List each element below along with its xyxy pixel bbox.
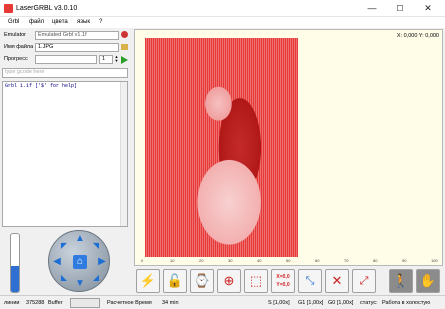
jog-up-icon[interactable]: ▲ bbox=[75, 234, 85, 244]
window-title: LaserGRBL v3.0.10 bbox=[16, 5, 78, 12]
ruler-tick: 50 bbox=[286, 258, 291, 263]
menu-help[interactable]: ? bbox=[96, 18, 105, 27]
jog-down-right-icon[interactable]: ◢ bbox=[91, 273, 101, 283]
jog-left-icon[interactable]: ◀ bbox=[52, 257, 62, 267]
emulator-field[interactable]: Emulated Grbl v1.1f bbox=[35, 31, 119, 40]
set-zero-y: Y=0,0 bbox=[276, 282, 290, 288]
ruler-tick: 20 bbox=[199, 258, 204, 263]
g1-override[interactable]: G1 [1,00x] bbox=[298, 299, 323, 307]
jog-down-left-icon[interactable]: ◣ bbox=[59, 273, 69, 283]
unlock-icon[interactable]: 🔓 bbox=[163, 269, 187, 293]
status-label: статус: bbox=[360, 300, 378, 306]
console-output: Grbl 1.1f ['$' for help] bbox=[2, 81, 128, 227]
maximize-button[interactable]: ☐ bbox=[386, 0, 414, 17]
ruler-tick: 80 bbox=[373, 258, 378, 263]
preview-canvas[interactable]: X: 0,000 Y: 0,000 0 10 20 30 40 50 60 70 80 90 100 bbox=[134, 29, 443, 266]
minimize-button[interactable]: — bbox=[358, 0, 386, 17]
coordinates-readout: X: 0,000 Y: 0,000 bbox=[396, 33, 439, 39]
target-icon[interactable]: ⊕ bbox=[217, 269, 241, 293]
ruler-tick: 70 bbox=[344, 258, 349, 263]
filename-field[interactable]: 1.JPG bbox=[35, 43, 119, 52]
emulator-label: Emulator bbox=[4, 32, 27, 38]
filename-label: Имя файла bbox=[4, 44, 34, 50]
engraving-preview-image bbox=[145, 38, 298, 257]
speed-slider[interactable] bbox=[10, 233, 20, 293]
home-icon[interactable]: ⌂ bbox=[73, 255, 87, 269]
console-scrollbar[interactable] bbox=[120, 82, 127, 226]
estimated-time-value: 34 min bbox=[162, 300, 179, 306]
speed-slider-fill bbox=[11, 265, 19, 292]
jog-up-left-icon[interactable]: ◤ bbox=[59, 241, 69, 251]
bottom-ruler: 0 10 20 30 40 50 60 70 80 90 100 bbox=[135, 257, 442, 265]
speed-override[interactable]: S [1,00x] bbox=[268, 299, 290, 307]
ruler-tick: 90 bbox=[402, 258, 407, 263]
user-zero-icon[interactable]: ⤡ bbox=[298, 269, 322, 293]
ruler-tick: 60 bbox=[315, 258, 320, 263]
lines-label: линии bbox=[4, 300, 20, 306]
jog-right-icon[interactable]: ▶ bbox=[97, 257, 107, 267]
app-icon bbox=[4, 4, 13, 13]
close-button[interactable]: ✕ bbox=[414, 0, 442, 17]
menu-file[interactable]: файл bbox=[26, 18, 47, 27]
stop-hand-icon[interactable]: ✋ bbox=[416, 269, 440, 293]
jog-up-right-icon[interactable]: ◥ bbox=[91, 241, 101, 251]
open-file-icon[interactable] bbox=[121, 44, 128, 50]
copies-stepper[interactable]: ▲ ▼ bbox=[114, 55, 119, 64]
bottom-toolbar: ⚡ 🔓 ⌚ ⊕ ⬚ X=0,0 Y=0,0 ⤡ ✕ ⤢ 🚶 ✋ bbox=[134, 267, 443, 295]
title-bar: LaserGRBL v3.0.10 — ☐ ✕ bbox=[0, 0, 445, 17]
run-icon[interactable] bbox=[121, 56, 128, 64]
frame-icon[interactable]: ⬚ bbox=[244, 269, 268, 293]
set-zero-button[interactable]: X=0,0 Y=0,0 bbox=[271, 269, 295, 293]
menu-grbl[interactable]: Grbl bbox=[5, 18, 22, 27]
jog-down-icon[interactable]: ▼ bbox=[75, 279, 85, 289]
connect-lightning-icon[interactable]: ⚡ bbox=[136, 269, 160, 293]
walk-icon[interactable]: 🚶 bbox=[389, 269, 413, 293]
status-value: Работа в холостую bbox=[382, 300, 431, 306]
buffer-bar bbox=[70, 298, 100, 308]
status-bar: линии 375288 Buffer Расчетное Время 34 m… bbox=[0, 295, 445, 309]
g0-override[interactable]: G0 [1,00x] bbox=[328, 299, 353, 307]
set-zero-x: X=0,0 bbox=[276, 274, 290, 280]
console-line: Grbl 1.1f ['$' for help] bbox=[5, 83, 78, 89]
buffer-label: Buffer bbox=[48, 300, 63, 306]
ruler-tick: 40 bbox=[257, 258, 262, 263]
max-icon[interactable]: ⤢ bbox=[352, 269, 376, 293]
ruler-tick: 30 bbox=[228, 258, 233, 263]
menu-colors[interactable]: цвета bbox=[49, 18, 71, 27]
progress-label: Прогресс bbox=[4, 56, 28, 62]
ruler-tick: 10 bbox=[170, 258, 175, 263]
estimated-time-label: Расчетное Время bbox=[107, 300, 152, 306]
ruler-tick: 0 bbox=[141, 258, 144, 263]
lines-value: 375288 bbox=[26, 300, 45, 306]
progress-bar bbox=[35, 55, 97, 64]
menu-language[interactable]: язык bbox=[74, 18, 93, 27]
disconnect-icon[interactable] bbox=[121, 31, 128, 38]
cancel-job-icon[interactable]: ✕ bbox=[325, 269, 349, 293]
gcode-input[interactable]: type gcode here bbox=[2, 68, 128, 78]
menu-bar: Grbl файл цвета язык ? bbox=[0, 17, 445, 28]
ruler-tick: 100 bbox=[431, 258, 438, 263]
homing-icon[interactable]: ⌚ bbox=[190, 269, 214, 293]
copies-input[interactable]: 1 bbox=[99, 55, 113, 64]
jog-control[interactable]: ▲ ▼ ◀ ▶ ◤ ◥ ◣ ◢ ⌂ bbox=[48, 230, 110, 292]
